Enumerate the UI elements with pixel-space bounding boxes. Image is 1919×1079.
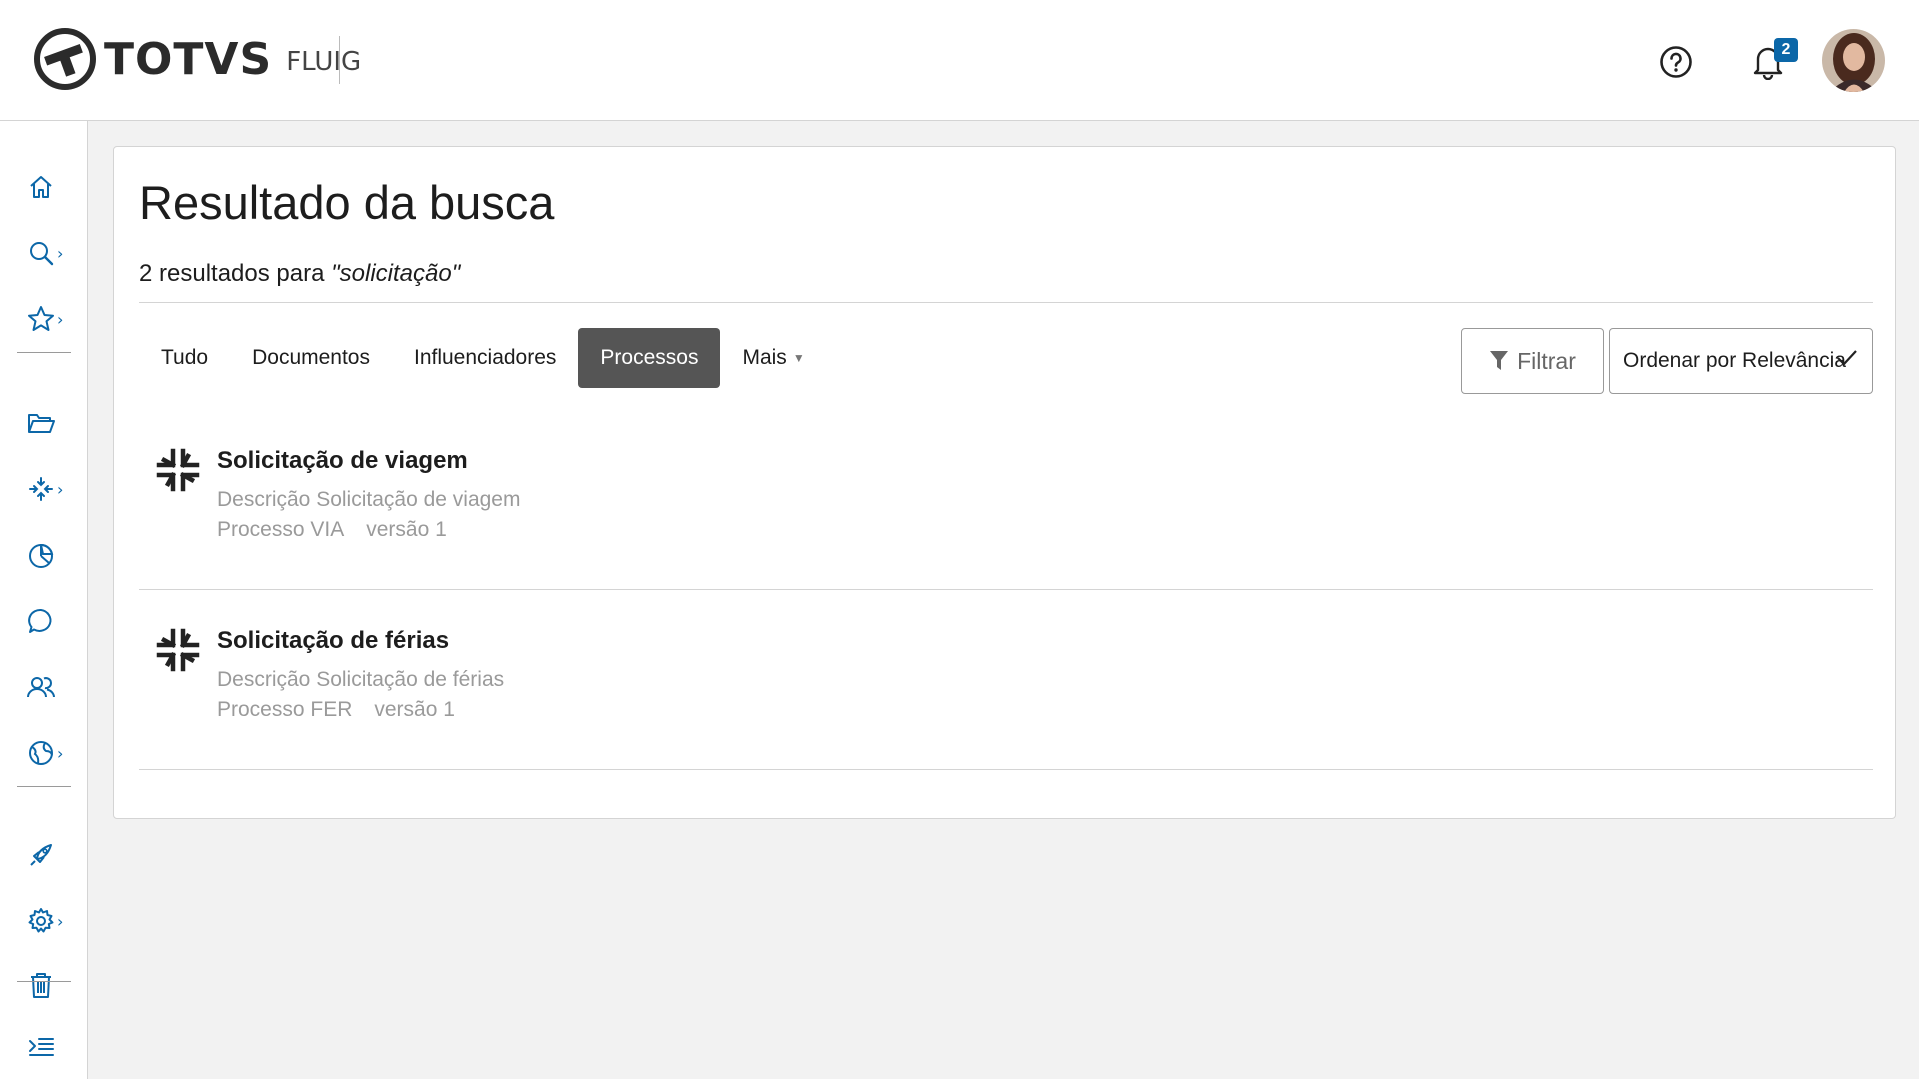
sidebar-item-settings[interactable]: › [26, 903, 74, 939]
process-icon[interactable] [153, 445, 203, 495]
sidebar-item-messages[interactable] [26, 603, 74, 639]
sidebar-item-trash[interactable] [26, 967, 74, 1003]
sidebar-item-processes[interactable]: › [26, 471, 74, 507]
search-results-panel: Resultado da busca 2 resultados para "so… [113, 146, 1896, 819]
user-avatar[interactable] [1822, 29, 1885, 92]
tab-label: Influenciadores [413, 346, 557, 369]
process-icon[interactable] [153, 625, 203, 675]
filter-label: Filtrar [1517, 347, 1576, 374]
chevron-right-icon: › [57, 243, 64, 263]
sidebar-item-launch[interactable] [26, 837, 74, 873]
result-process-code: Processo VIA [217, 518, 345, 541]
results-summary: 2 resultados para "solicitação" [139, 260, 460, 288]
sidebar-item-favorites[interactable]: › [26, 301, 74, 337]
checkmark-icon [1837, 350, 1857, 366]
filter-button[interactable]: Filtrar [1461, 328, 1604, 394]
chevron-right-icon: › [57, 309, 64, 329]
tab-processos[interactable]: Processos [578, 328, 721, 388]
tab-documentos[interactable]: Documentos [230, 328, 392, 388]
order-label: Ordenar por Relevância [1623, 349, 1846, 372]
chevron-right-icon: › [57, 911, 64, 931]
tab-label: Documentos [252, 346, 370, 369]
sidebar: › › › › › [0, 121, 88, 1079]
tab-label: Tudo [161, 346, 209, 369]
caret-down-icon: ▼ [792, 351, 805, 365]
sidebar-divider [17, 981, 71, 982]
result-description: Descrição Solicitação de viagem [217, 488, 521, 511]
result-meta: Processo VIA versão 1 [217, 518, 447, 542]
logo-text: TOTVS [104, 33, 273, 85]
user-photo-icon [1822, 29, 1885, 92]
chevron-right-icon: › [57, 743, 64, 763]
tab-influenciadores[interactable]: Influenciadores [392, 328, 578, 388]
list-item: Solicitação de férias Descrição Solicita… [139, 589, 1873, 749]
result-title[interactable]: Solicitação de viagem [217, 447, 468, 475]
result-type-tabs: Tudo Documentos Influenciadores Processo… [139, 328, 827, 388]
result-divider [139, 769, 1873, 770]
gear-icon [28, 908, 54, 933]
totvs-logo-icon [34, 28, 96, 90]
sidebar-item-documents[interactable] [26, 405, 74, 441]
chevron-right-icon: › [57, 479, 64, 499]
sidebar-divider [17, 786, 71, 787]
folder-open-icon [28, 414, 55, 433]
help-button[interactable] [1658, 44, 1694, 80]
home-icon [30, 176, 52, 198]
chat-bubble-icon [28, 608, 52, 633]
sidebar-item-sites[interactable]: › [26, 735, 74, 771]
filter-icon [1490, 351, 1509, 370]
totvs-fluig-logo[interactable]: TOTVS FLUIG [34, 28, 361, 90]
help-icon [1660, 46, 1692, 78]
menu-indent-icon [29, 1038, 54, 1056]
tab-label: Processos [600, 346, 699, 369]
list-item: Solicitação de viagem Descrição Solicita… [139, 409, 1873, 569]
tab-label: Mais [742, 346, 787, 369]
logo-divider [339, 36, 340, 84]
users-icon [27, 677, 55, 698]
sidebar-item-communities[interactable] [26, 669, 74, 705]
result-title[interactable]: Solicitação de férias [217, 627, 449, 655]
sidebar-item-home[interactable] [26, 169, 74, 205]
result-meta: Processo FER versão 1 [217, 698, 455, 722]
top-header: TOTVS FLUIG 2 [0, 0, 1919, 121]
page-title: Resultado da busca [139, 176, 555, 229]
sidebar-divider [17, 352, 71, 353]
result-description: Descrição Solicitação de férias [217, 668, 505, 691]
pie-chart-icon [29, 543, 54, 568]
logo-subtext: FLUIG [286, 47, 362, 77]
tab-tudo[interactable]: Tudo [139, 328, 230, 388]
process-arrows-icon [29, 477, 53, 501]
sidebar-item-analytics[interactable] [26, 537, 74, 573]
rocket-icon [30, 844, 52, 866]
search-icon [30, 242, 54, 266]
tab-mais-dropdown[interactable]: Mais ▼ [720, 328, 826, 388]
globe-icon [29, 741, 53, 765]
star-icon [28, 306, 54, 331]
result-process-code: Processo FER [217, 698, 353, 721]
sidebar-item-collapse-menu[interactable] [26, 1029, 74, 1065]
order-select[interactable]: Ordenar por Relevância [1609, 328, 1873, 394]
search-query: "solicitação" [331, 260, 461, 287]
header-divider [139, 302, 1873, 303]
trash-icon [31, 973, 51, 998]
result-version: versão 1 [374, 698, 455, 721]
results-count-text: 2 resultados para [139, 260, 332, 287]
sidebar-item-search[interactable]: › [26, 235, 74, 271]
notification-badge: 2 [1774, 38, 1798, 62]
result-version: versão 1 [366, 518, 447, 541]
